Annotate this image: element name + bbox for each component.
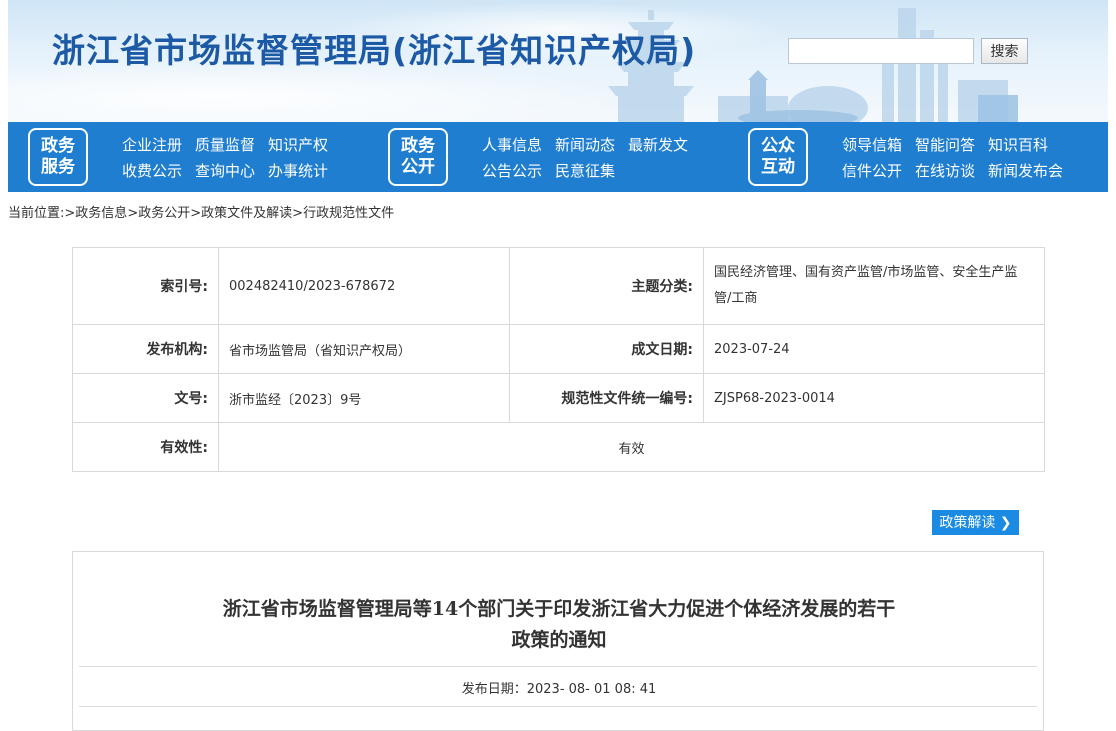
table-row: 发布机构: 省市场监管局（省知识产权局） 成文日期: 2023-07-24 <box>72 324 1045 374</box>
publish-date-label: 发布日期： <box>461 682 527 697</box>
index-number-label: 索引号: <box>72 247 219 325</box>
document-title-line: 浙江省市场监督管理局等14个部门关于印发浙江省大力促进个体经济发展的若干 <box>222 598 896 620</box>
chevron-right-icon: ❯ <box>999 515 1012 531</box>
nav-links: 领导信箱 智能问答 知识百科 信件公开 在线访谈 新闻发布会 <box>842 134 1102 186</box>
subject-category-value: 国民经济管理、国有资产监管/市场监管、安全生产监管/工商 <box>703 247 1045 325</box>
unified-code-label: 规范性文件统一编号: <box>509 373 704 423</box>
nav-link-knowledge-base[interactable]: 知识百科 <box>988 134 1048 155</box>
unified-code-value: ZJSP68-2023-0014 <box>703 373 1045 423</box>
nav-link-online-interviews[interactable]: 在线访谈 <box>915 160 975 181</box>
breadcrumb: 当前位置:>政务信息>政务公开>政策文件及解读>行政规范性文件 <box>8 206 395 221</box>
article-container: 浙江省市场监督管理局等14个部门关于印发浙江省大力促进个体经济发展的若干 政策的… <box>72 551 1044 731</box>
nav-badge-government-services[interactable]: 政务 服务 <box>28 128 88 186</box>
divider <box>79 666 1037 667</box>
nav-link-leader-mailbox[interactable]: 领导信箱 <box>842 134 902 155</box>
breadcrumb-prefix: 当前位置: <box>8 206 65 221</box>
nav-link-fee-disclosure[interactable]: 收费公示 <box>122 160 182 181</box>
main-nav: 政务 服务 企业注册 质量监督 知识产权 收费公示 查询中心 办事统计 政务 公开 人事… <box>8 122 1108 192</box>
document-title-line: 政策的通知 <box>511 629 607 651</box>
nav-link-intellectual-property[interactable]: 知识产权 <box>268 134 328 155</box>
drafting-date-value: 2023-07-24 <box>703 324 1045 374</box>
issuer-value: 省市场监管局（省知识产权局） <box>218 324 510 374</box>
index-number-value: 002482410/2023-678672 <box>218 247 510 325</box>
validity-value: 有效 <box>218 422 1045 472</box>
nav-link-service-statistics[interactable]: 办事统计 <box>268 160 328 181</box>
drafting-date-label: 成文日期: <box>509 324 704 374</box>
document-number-label: 文号: <box>72 373 219 423</box>
table-row: 索引号: 002482410/2023-678672 主题分类: 国民经济管理、… <box>72 247 1045 325</box>
validity-label: 有效性: <box>72 422 219 472</box>
publish-date: 发布日期：2023- 08- 01 08: 41 <box>73 678 1045 697</box>
breadcrumb-item-policy-documents[interactable]: 政策文件及解读 <box>201 206 292 221</box>
breadcrumb-item-government-info[interactable]: 政务信息 <box>75 206 127 221</box>
issuer-label: 发布机构: <box>72 324 219 374</box>
publish-date-value: 2023- 08- 01 08: 41 <box>526 682 657 697</box>
nav-badge-government-affairs-disclosure[interactable]: 政务 公开 <box>388 128 448 186</box>
nav-link-query-center[interactable]: 查询中心 <box>195 160 255 181</box>
search-button[interactable]: 搜索 <box>981 38 1028 64</box>
nav-link-press-conference[interactable]: 新闻发布会 <box>988 160 1063 181</box>
nav-link-announcements[interactable]: 公告公示 <box>482 160 542 181</box>
nav-links: 人事信息 新闻动态 最新发文 公告公示 民意征集 <box>482 134 742 186</box>
policy-interpretation-button[interactable]: 政策解读 ❯ <box>932 510 1019 535</box>
breadcrumb-item-normative-documents[interactable]: 行政规范性文件 <box>303 206 394 221</box>
divider <box>79 706 1037 707</box>
nav-link-quality-supervision[interactable]: 质量监督 <box>195 134 255 155</box>
nav-link-enterprise-registration[interactable]: 企业注册 <box>122 134 182 155</box>
subject-category-label: 主题分类: <box>509 247 704 325</box>
nav-link-smart-qa[interactable]: 智能问答 <box>915 134 975 155</box>
document-metadata-table: 索引号: 002482410/2023-678672 主题分类: 国民经济管理、… <box>72 247 1045 472</box>
table-row: 文号: 浙市监经〔2023〕9号 规范性文件统一编号: ZJSP68-2023-… <box>72 373 1045 423</box>
search-input[interactable] <box>788 38 974 64</box>
nav-links: 企业注册 质量监督 知识产权 收费公示 查询中心 办事统计 <box>122 134 382 186</box>
breadcrumb-item-government-disclosure[interactable]: 政务公开 <box>138 206 190 221</box>
nav-link-news[interactable]: 新闻动态 <box>555 134 615 155</box>
table-row: 有效性: 有效 <box>72 422 1045 472</box>
nav-badge-public-interaction[interactable]: 公众 互动 <box>748 128 808 186</box>
site-title: 浙江省市场监督管理局(浙江省知识产权局) <box>52 31 697 70</box>
document-number-value: 浙市监经〔2023〕9号 <box>218 373 510 423</box>
document-title: 浙江省市场监督管理局等14个部门关于印发浙江省大力促进个体经济发展的若干 政策的… <box>73 594 1045 656</box>
nav-link-personnel-info[interactable]: 人事信息 <box>482 134 542 155</box>
nav-link-public-opinion[interactable]: 民意征集 <box>555 160 615 181</box>
nav-link-latest-documents[interactable]: 最新发文 <box>628 134 688 155</box>
nav-link-public-letters[interactable]: 信件公开 <box>842 160 902 181</box>
